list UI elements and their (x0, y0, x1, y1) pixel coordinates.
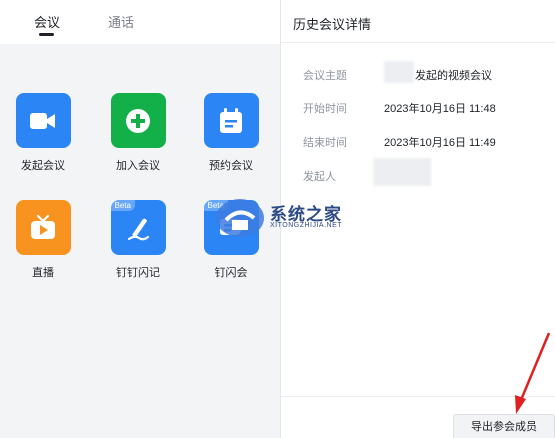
video-camera-icon (30, 112, 55, 129)
subject-value: 发起的视频会议 (415, 70, 492, 82)
app-dingding-flash-notes[interactable]: Beta 钉钉闪记 (103, 200, 173, 280)
end-time-label: 结束时间 (303, 137, 347, 149)
subject-label: 会议主题 (303, 70, 347, 82)
app-label: 钉钉闪记 (116, 267, 160, 279)
app-label: 预约会议 (209, 160, 253, 172)
plus-circle-icon (126, 108, 150, 133)
watermark-subtitle: XITONGZHIJIA.NET (270, 222, 343, 229)
footer-divider (281, 396, 555, 397)
start-time-value: 2023年10月16日 11:48 (384, 103, 496, 115)
schedule-meeting-tile (203, 93, 259, 148)
export-participants-button[interactable]: 导出参会成员 (453, 414, 555, 438)
pen-note-icon (127, 218, 150, 240)
beta-badge: Beta (110, 200, 135, 211)
tab-meeting[interactable]: 会议 (34, 12, 60, 31)
flash-notes-tile: Beta (110, 200, 166, 255)
redacted-initiator-name (384, 61, 414, 83)
app-label: 钉闪会 (214, 267, 248, 279)
end-time-value: 2023年10月16日 11:49 (384, 137, 496, 149)
app-label: 加入会议 (116, 160, 160, 172)
tab-bar: 会议 通话 (0, 0, 280, 44)
app-live[interactable]: 直播 (8, 200, 78, 280)
app-join-meeting[interactable]: 加入会议 (103, 93, 173, 173)
app-label: 直播 (32, 267, 54, 279)
tv-play-icon (31, 214, 55, 239)
site-watermark: 系统之家 XITONGZHIJIA.NET (214, 196, 364, 242)
start-meeting-tile (15, 93, 71, 148)
join-meeting-tile (110, 93, 166, 148)
calendar-icon (220, 107, 242, 133)
live-tile (15, 200, 71, 255)
app-start-meeting[interactable]: 发起会议 (8, 93, 78, 173)
title-divider (281, 42, 555, 43)
active-tab-indicator (39, 33, 54, 36)
app-schedule-meeting[interactable]: 预约会议 (196, 93, 266, 173)
initiator-label: 发起人 (303, 171, 336, 183)
start-time-label: 开始时间 (303, 103, 347, 115)
app-label: 发起会议 (21, 160, 65, 172)
tab-call[interactable]: 通话 (108, 12, 134, 31)
redacted-initiator-avatar (373, 158, 431, 186)
watermark-logo-icon (216, 199, 264, 237)
panel-title: 历史会议详情 (293, 17, 372, 32)
